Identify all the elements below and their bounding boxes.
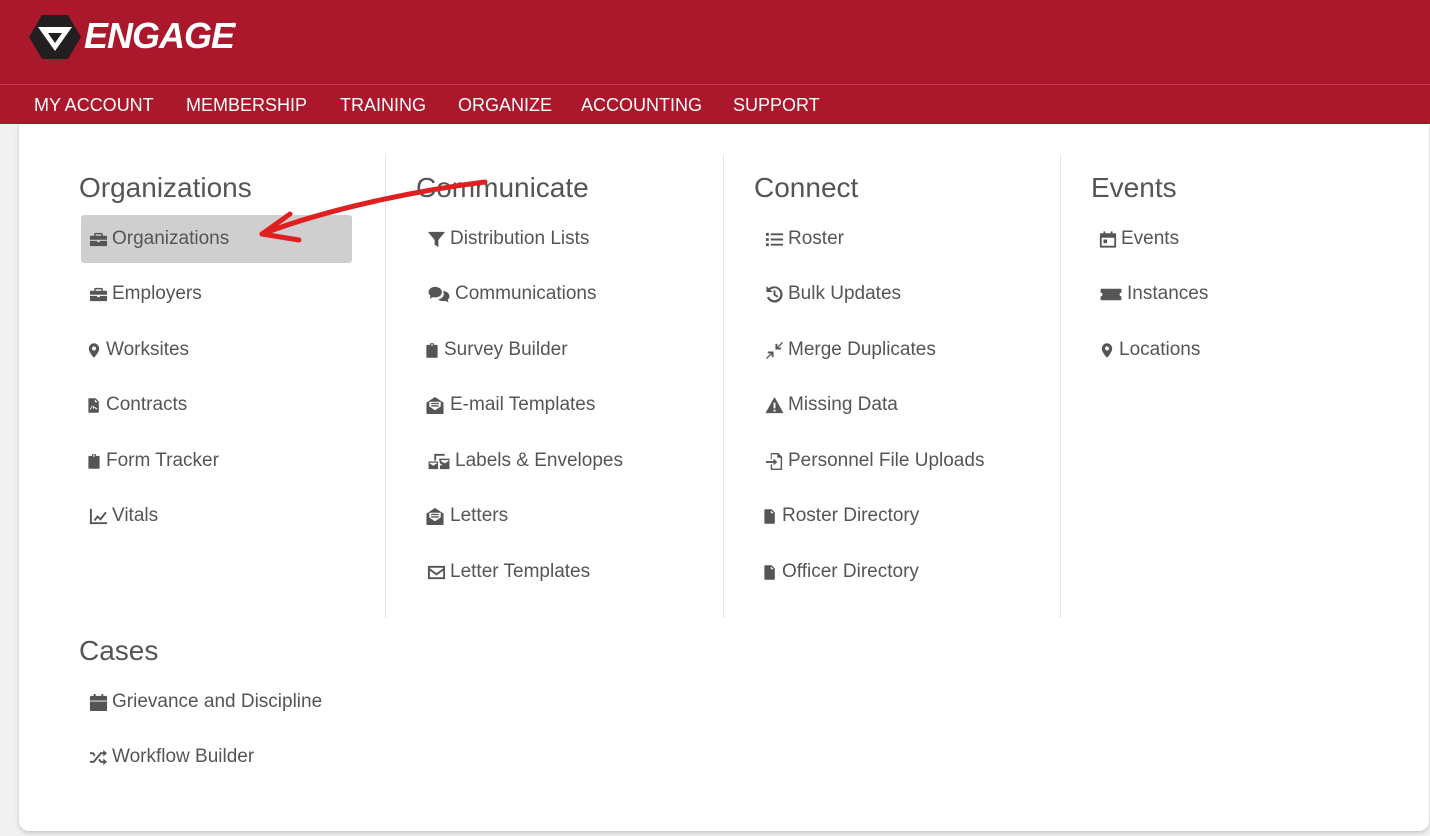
menu-item-label: Workflow Builder [112, 746, 255, 767]
file-text-icon [762, 562, 778, 582]
menu-item-communications[interactable]: Communications [419, 270, 597, 318]
menu-item-label: Labels & Envelopes [455, 450, 623, 471]
menu-item-grievance-and-discipline[interactable]: Grievance and Discipline [81, 678, 322, 726]
mail-bulk-icon [426, 451, 451, 471]
menu-item-label: Letters [450, 505, 509, 526]
menu-item-label: Officer Directory [782, 561, 919, 582]
random-icon [88, 747, 108, 767]
menu-item-officer-directory[interactable]: Officer Directory [757, 548, 919, 596]
calendar-icon [88, 692, 108, 712]
heading-organizations: Organizations [79, 172, 252, 203]
top-bar: ENGAGE ® [0, 0, 1430, 84]
menu-item-label: Survey Builder [444, 339, 568, 360]
engage-logo[interactable]: ENGAGE ® [28, 13, 248, 63]
menu-item-survey-builder[interactable]: Survey Builder [419, 326, 568, 374]
menu-item-personnel-file-uploads[interactable]: Personnel File Uploads [757, 437, 984, 485]
briefcase-icon [88, 284, 108, 304]
menu-item-form-tracker[interactable]: Form Tracker [81, 437, 219, 485]
column-divider [385, 155, 386, 618]
menu-item-label: Contracts [106, 394, 188, 415]
menu-item-roster[interactable]: Roster [757, 215, 844, 263]
menu-item-label: Personnel File Uploads [788, 450, 985, 471]
file-signature-icon [86, 395, 102, 415]
menu-item-label: Events [1121, 228, 1180, 249]
heading-cases: Cases [79, 635, 159, 666]
main-nav: MY ACCOUNT MEMBERSHIP TRAINING ORGANIZE … [0, 84, 1430, 124]
menu-item-email-templates[interactable]: E-mail Templates [419, 381, 595, 429]
list-icon [764, 229, 784, 249]
menu-item-label: Distribution Lists [450, 228, 590, 249]
menu-item-label: Instances [1127, 283, 1209, 304]
map-marker-icon [86, 340, 102, 360]
menu-item-label: Worksites [106, 339, 190, 360]
menu-item-vitals[interactable]: Vitals [81, 492, 158, 540]
nav-support[interactable]: SUPPORT [733, 95, 820, 115]
menu-item-label: Letter Templates [450, 561, 591, 582]
file-text-icon [762, 506, 778, 526]
column-divider [1060, 155, 1061, 618]
menu-item-label: Bulk Updates [788, 283, 902, 304]
menu-item-label: Communications [455, 283, 597, 304]
menu-item-events[interactable]: Events [1094, 215, 1179, 263]
heading-communicate: Communicate [416, 172, 589, 203]
nav-training[interactable]: TRAINING [340, 95, 426, 115]
menu-item-bulk-updates[interactable]: Bulk Updates [757, 270, 901, 318]
menu-item-worksites[interactable]: Worksites [81, 326, 189, 374]
column-divider [723, 155, 724, 618]
compress-arrows-icon [764, 340, 784, 360]
menu-item-label: Grievance and Discipline [112, 691, 323, 712]
menu-item-label: Organizations [112, 228, 230, 249]
menu-item-label: Missing Data [788, 394, 898, 415]
envelope-outline-icon [426, 562, 446, 582]
logo-text: ENGAGE [84, 15, 235, 56]
menu-item-label: Employers [112, 283, 202, 304]
menu-item-label: Roster Directory [782, 505, 920, 526]
calendar-icon [1099, 229, 1117, 249]
filter-icon [426, 229, 446, 249]
menu-item-merge-duplicates[interactable]: Merge Duplicates [757, 326, 936, 374]
menu-item-distribution-lists[interactable]: Distribution Lists [419, 215, 589, 263]
history-icon [764, 284, 784, 304]
nav-accounting[interactable]: ACCOUNTING [581, 95, 702, 115]
menu-item-locations[interactable]: Locations [1094, 326, 1200, 374]
menu-item-workflow-builder[interactable]: Workflow Builder [81, 733, 254, 781]
envelope-open-text-icon [424, 395, 446, 415]
menu-item-roster-directory[interactable]: Roster Directory [757, 492, 919, 540]
ticket-icon [1099, 284, 1123, 304]
logo-hexagon-icon [29, 15, 81, 59]
menu-item-label: Locations [1119, 339, 1201, 360]
nav-my-account[interactable]: MY ACCOUNT [34, 95, 154, 115]
menu-item-label: E-mail Templates [450, 394, 596, 415]
map-marker-icon [1099, 340, 1115, 360]
clipboard-check-icon [86, 451, 102, 471]
menu-item-label: Merge Duplicates [788, 339, 936, 360]
menu-item-missing-data[interactable]: Missing Data [757, 381, 898, 429]
warning-icon [764, 395, 784, 415]
logo-trademark: ® [231, 23, 237, 30]
menu-item-letters[interactable]: Letters [419, 492, 508, 540]
menu-item-instances[interactable]: Instances [1094, 270, 1208, 318]
menu-item-label: Vitals [112, 505, 159, 526]
menu-item-organizations[interactable]: Organizations [81, 215, 352, 263]
menu-item-letter-templates[interactable]: Letter Templates [419, 548, 590, 596]
comments-icon [426, 284, 451, 304]
menu-item-employers[interactable]: Employers [81, 270, 202, 318]
nav-organize[interactable]: ORGANIZE [458, 95, 552, 115]
briefcase-icon [88, 229, 108, 249]
file-import-icon [764, 451, 784, 471]
menu-item-labels-envelopes[interactable]: Labels & Envelopes [419, 437, 623, 485]
menu-item-label: Form Tracker [106, 450, 219, 471]
heading-events: Events [1091, 172, 1177, 203]
nav-membership[interactable]: MEMBERSHIP [186, 95, 307, 115]
clipboard-list-icon [424, 340, 440, 360]
menu-item-contracts[interactable]: Contracts [81, 381, 187, 429]
menu-item-label: Roster [788, 228, 844, 249]
envelope-open-text-icon [424, 506, 446, 526]
heading-connect: Connect [754, 172, 859, 203]
organize-dropdown-menu: Organizations Organizations Employers Wo… [19, 124, 1429, 831]
line-chart-icon [88, 506, 108, 526]
